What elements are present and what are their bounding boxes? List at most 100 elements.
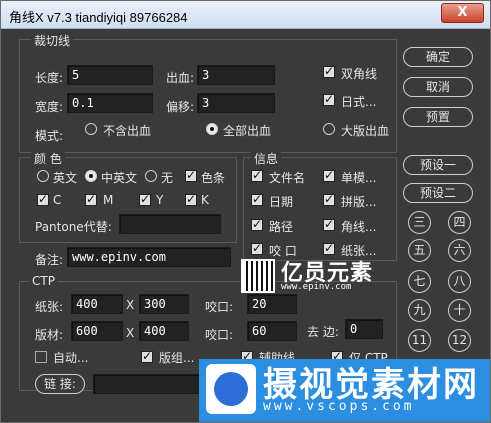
bite2-input[interactable]: 60 — [247, 321, 297, 341]
circle-button-10[interactable]: 十 — [448, 299, 471, 322]
plate-group-checkbox[interactable] — [141, 349, 153, 363]
paper-height-input[interactable]: 300 — [139, 294, 189, 314]
offset-label: 偏移: — [166, 100, 195, 114]
circle-button-4[interactable]: 四 — [448, 211, 471, 234]
pantone-label: Pantone代替: — [35, 220, 112, 234]
bleed-input[interactable]: 3 — [197, 65, 275, 85]
plate-x-label: X — [126, 326, 135, 340]
pantone-input[interactable] — [119, 214, 221, 234]
plate-width-input[interactable]: 600 — [71, 321, 123, 341]
japanese-label: 日式... — [341, 95, 377, 109]
lang-zh-en-label: 中英文 — [101, 171, 138, 185]
lang-radio-zh-en[interactable] — [85, 170, 97, 182]
circle-button-8[interactable]: 八 — [448, 270, 471, 293]
qr-code-icon — [241, 259, 275, 293]
y-label: Y — [156, 193, 164, 207]
paper-label: 纸张: — [35, 300, 64, 314]
k-label: K — [201, 193, 209, 207]
bite-input[interactable]: 20 — [247, 294, 297, 314]
info-imposition-label: 拼版... — [341, 195, 377, 209]
m-label: M — [103, 193, 114, 207]
info-single-label: 单模... — [341, 171, 377, 185]
info-date-label: 日期 — [269, 195, 294, 209]
mode-no-bleed-label: 不含出血 — [103, 124, 152, 138]
circle-button-11[interactable]: 11 — [408, 329, 431, 352]
preset2-button[interactable]: 预设二 — [403, 183, 473, 203]
m-checkbox[interactable] — [85, 192, 97, 206]
link-button[interactable]: 链 接: — [35, 374, 85, 394]
color-bar-checkbox[interactable] — [185, 168, 197, 182]
bite2-label: 咬口: — [205, 328, 234, 342]
watermark-logo-icon — [206, 364, 256, 414]
note-input[interactable]: www.epinv.com — [67, 247, 231, 267]
color-section-title: 颜 色 — [31, 150, 65, 167]
circle-button-7[interactable]: 七 — [408, 270, 431, 293]
info-section-title: 信息 — [251, 150, 282, 167]
auto-label: 自动... — [53, 351, 89, 365]
window: 角线X v7.3 tiandiyiqi 89766284 X 裁切线 长度: 5… — [0, 0, 491, 423]
width-input[interactable]: 0.1 — [67, 93, 153, 113]
circle-button-12[interactable]: 12 — [448, 329, 471, 352]
width-label: 宽度: — [35, 100, 64, 114]
cancel-button[interactable]: 取消 — [403, 77, 473, 97]
length-input[interactable]: 5 — [67, 65, 153, 85]
c-label: C — [53, 193, 62, 207]
length-label: 长度: — [35, 71, 64, 85]
double-corner-label: 双角线 — [341, 67, 378, 81]
mode-big-bleed-label: 大版出血 — [341, 124, 390, 138]
circle-button-5[interactable]: 五 — [408, 239, 431, 262]
circle-button-3[interactable]: 三 — [408, 211, 431, 234]
brand-url: www.epinv.com — [281, 282, 352, 292]
paper-x-label: X — [126, 298, 135, 312]
info-date-checkbox[interactable] — [251, 192, 263, 206]
cut-section-title: 裁切线 — [31, 32, 74, 49]
lang-radio-none[interactable] — [145, 170, 157, 182]
title-bar: 角线X v7.3 tiandiyiqi 89766284 X — [1, 1, 490, 29]
trim-label: 去 边: — [307, 325, 339, 339]
mode-label: 模式: — [35, 129, 64, 143]
info-path-label: 路径 — [269, 220, 294, 234]
preset1-button[interactable]: 预设一 — [403, 155, 473, 175]
info-paper-checkbox[interactable] — [323, 241, 335, 255]
k-checkbox[interactable] — [185, 192, 197, 206]
double-corner-checkbox[interactable] — [323, 64, 335, 78]
info-filename-checkbox[interactable] — [251, 168, 263, 182]
info-corner-label: 角线... — [341, 220, 377, 234]
japanese-checkbox[interactable] — [323, 92, 335, 106]
note-label: 备注: — [35, 253, 64, 267]
bleed-label: 出血: — [166, 71, 195, 85]
paper-width-input[interactable]: 400 — [71, 294, 123, 314]
bite-label: 咬口: — [205, 300, 234, 314]
lang-none-label: 无 — [161, 171, 174, 185]
info-bite-checkbox[interactable] — [251, 241, 263, 255]
lang-en-label: 英文 — [53, 171, 78, 185]
mode-radio-no-bleed[interactable] — [85, 123, 97, 135]
circle-button-6[interactable]: 六 — [448, 239, 471, 262]
info-filename-label: 文件名 — [269, 171, 306, 185]
preset-button[interactable]: 预置 — [403, 107, 473, 127]
plate-group-label: 版组... — [159, 351, 195, 365]
ok-button[interactable]: 确定 — [403, 47, 473, 67]
close-button[interactable]: X — [441, 3, 484, 23]
offset-input[interactable]: 3 — [197, 93, 275, 113]
info-imposition-checkbox[interactable] — [323, 192, 335, 206]
mode-radio-big-bleed[interactable] — [323, 123, 335, 135]
mode-all-bleed-label: 全部出血 — [223, 124, 272, 138]
auto-checkbox[interactable] — [35, 351, 47, 363]
plate-height-input[interactable]: 400 — [139, 321, 189, 341]
trim-input[interactable]: 0 — [345, 319, 383, 339]
c-checkbox[interactable] — [37, 192, 49, 206]
ctp-section-title: CTP — [29, 274, 58, 288]
lang-radio-en[interactable] — [37, 170, 49, 182]
info-corner-checkbox[interactable] — [323, 217, 335, 231]
window-title: 角线X v7.3 tiandiyiqi 89766284 — [9, 10, 188, 25]
circle-button-9[interactable]: 九 — [408, 299, 431, 322]
y-checkbox[interactable] — [139, 192, 151, 206]
info-path-checkbox[interactable] — [251, 217, 263, 231]
info-single-checkbox[interactable] — [323, 168, 335, 182]
watermark-url: www.vscops.com — [263, 399, 415, 414]
mode-radio-all-bleed[interactable] — [206, 123, 218, 135]
plate-label: 版材: — [35, 328, 64, 342]
link-input[interactable] — [93, 374, 203, 394]
color-bar-label: 色条 — [201, 171, 226, 185]
